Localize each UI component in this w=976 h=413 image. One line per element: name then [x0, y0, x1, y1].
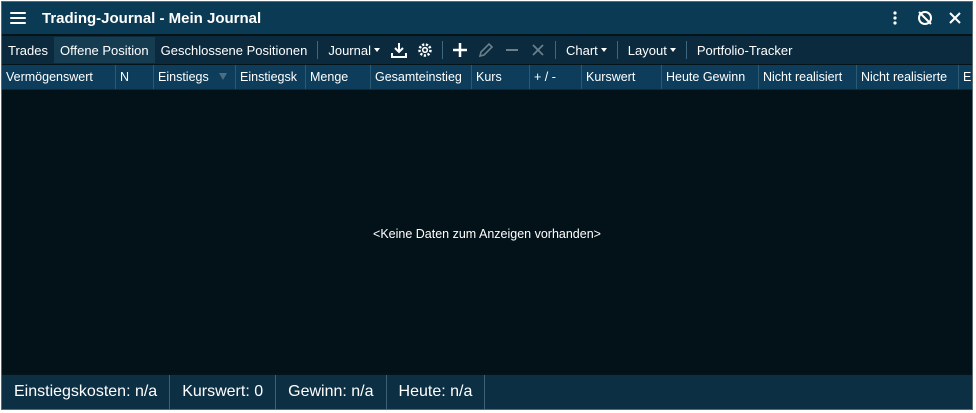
- layout-label: Layout: [627, 42, 667, 58]
- grid-body: <Keine Daten zum Anzeigen vorhanden>: [2, 90, 972, 373]
- filter-icon[interactable]: [219, 73, 227, 80]
- portfolio-tracker-button[interactable]: Portfolio-Tracker: [691, 37, 799, 63]
- column-header-gesamteinstieg[interactable]: Gesamteinstieg: [371, 65, 472, 89]
- remove-icon[interactable]: [499, 37, 525, 63]
- chevron-down-icon: [373, 48, 380, 52]
- column-header-plus-minus[interactable]: + / -: [530, 65, 582, 89]
- column-header-nicht-realisiert[interactable]: Nicht realisiert: [759, 65, 857, 89]
- download-icon[interactable]: [386, 37, 412, 63]
- column-header-kurswert[interactable]: Kurswert: [582, 65, 662, 89]
- add-icon[interactable]: [447, 37, 473, 63]
- tab-geschlossene-positionen[interactable]: Geschlossene Positionen: [155, 37, 314, 63]
- grid-header: Vermögenswert N Einstiegs Einstiegsk Men…: [2, 65, 972, 90]
- tab-trades[interactable]: Trades: [2, 37, 54, 63]
- unlink-icon[interactable]: [916, 9, 934, 27]
- journal-dropdown[interactable]: Journal: [322, 37, 386, 63]
- empty-message: <Keine Daten zum Anzeigen vorhanden>: [373, 227, 601, 241]
- toolbar-separator: [616, 41, 618, 59]
- chart-label: Chart: [565, 42, 598, 58]
- toolbar-separator: [317, 41, 319, 59]
- column-header-kurs[interactable]: Kurs: [472, 65, 530, 89]
- chevron-down-icon: [669, 48, 676, 52]
- edit-icon[interactable]: [473, 37, 499, 63]
- hamburger-menu-icon[interactable]: [10, 7, 32, 29]
- window-title: Trading-Journal - Mein Journal: [42, 9, 262, 27]
- more-vertical-icon[interactable]: [888, 10, 902, 26]
- delete-icon[interactable]: [525, 37, 551, 63]
- tab-offene-position[interactable]: Offene Position: [53, 37, 155, 63]
- journal-label: Journal: [328, 42, 371, 58]
- column-header-n[interactable]: N: [116, 65, 154, 89]
- column-header-einstiegs[interactable]: Einstiegs: [154, 65, 236, 89]
- status-gewinn: Gewinn: n/a: [276, 375, 387, 409]
- toolbar-separator: [685, 41, 687, 59]
- column-header-nicht-realisierte[interactable]: Nicht realisierte: [857, 65, 959, 89]
- status-heute: Heute: n/a: [387, 375, 486, 409]
- toolbar-separator: [554, 41, 556, 59]
- status-kurswert: Kurswert: 0: [170, 375, 277, 409]
- settings-icon[interactable]: [412, 37, 438, 63]
- column-header-vermoegenswert[interactable]: Vermögenswert: [2, 65, 116, 89]
- column-header-label: Einstiegs: [158, 70, 209, 84]
- column-header-heute-gewinn[interactable]: Heute Gewinn: [662, 65, 759, 89]
- status-einstiegskosten: Einstiegskosten: n/a: [2, 375, 171, 409]
- chart-dropdown[interactable]: Chart: [560, 37, 613, 63]
- trading-journal-window: Trading-Journal - Mein Journal Trades Of…: [1, 1, 973, 410]
- title-bar: Trading-Journal - Mein Journal: [2, 2, 972, 34]
- layout-dropdown[interactable]: Layout: [622, 37, 682, 63]
- chevron-down-icon: [600, 48, 607, 52]
- column-header-einstiegskurs[interactable]: Einstiegsk: [236, 65, 306, 89]
- column-header-menge[interactable]: Menge: [306, 65, 371, 89]
- column-header-e[interactable]: E: [959, 65, 972, 89]
- close-icon[interactable]: [948, 11, 962, 25]
- toolbar-separator: [441, 41, 443, 59]
- toolbar: Trades Offene Position Geschlossene Posi…: [2, 36, 972, 64]
- status-bar: Einstiegskosten: n/a Kurswert: 0 Gewinn:…: [2, 375, 972, 409]
